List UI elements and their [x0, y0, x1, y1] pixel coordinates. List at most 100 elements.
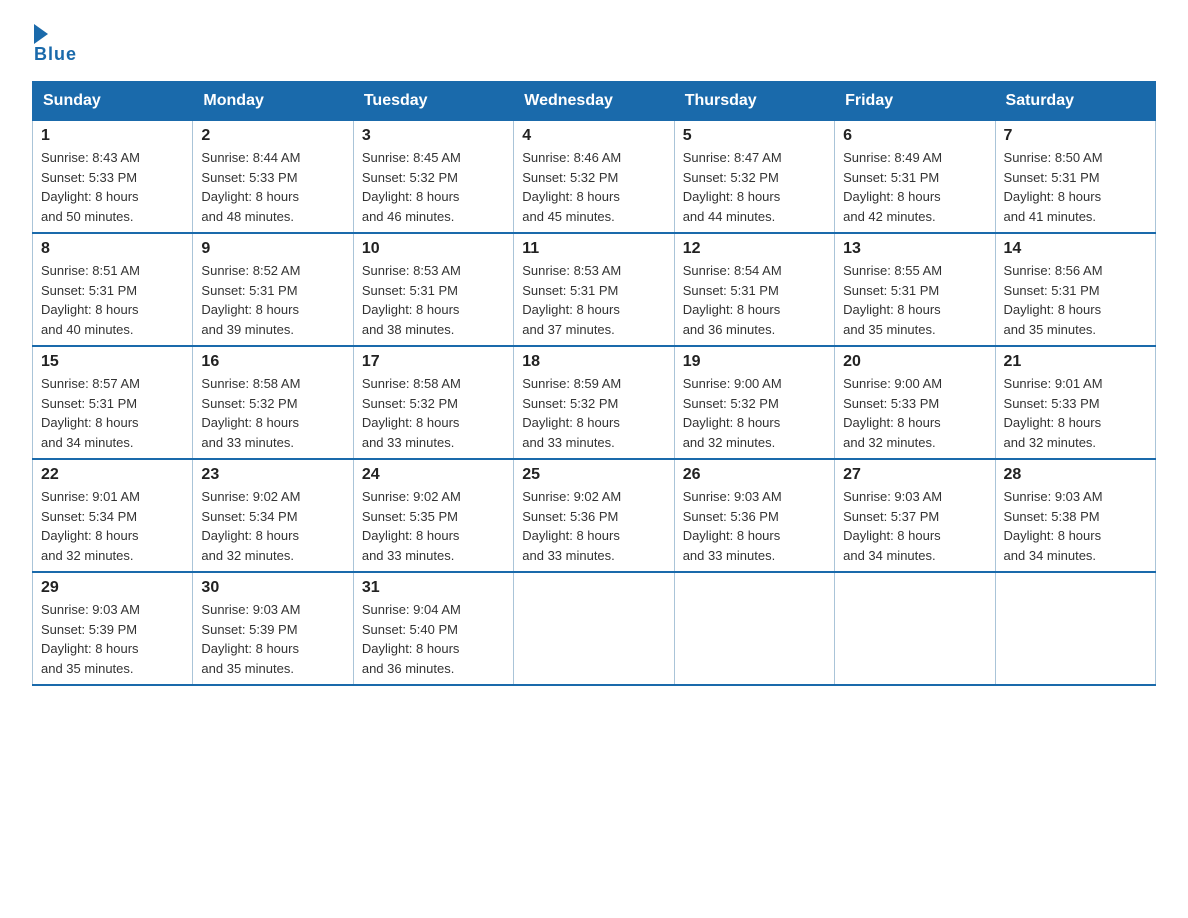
day-info: Sunrise: 8:58 AM Sunset: 5:32 PM Dayligh… — [362, 374, 505, 452]
calendar-cell: 29 Sunrise: 9:03 AM Sunset: 5:39 PM Dayl… — [33, 572, 193, 685]
logo: Blue — [32, 24, 77, 65]
day-of-week-header: Friday — [835, 82, 995, 121]
day-info: Sunrise: 8:44 AM Sunset: 5:33 PM Dayligh… — [201, 148, 344, 226]
day-number: 5 — [683, 127, 826, 145]
day-number: 4 — [522, 127, 665, 145]
day-info: Sunrise: 8:43 AM Sunset: 5:33 PM Dayligh… — [41, 148, 184, 226]
day-info: Sunrise: 9:03 AM Sunset: 5:37 PM Dayligh… — [843, 487, 986, 565]
day-info: Sunrise: 8:54 AM Sunset: 5:31 PM Dayligh… — [683, 261, 826, 339]
day-number: 14 — [1004, 240, 1147, 258]
calendar-cell: 5 Sunrise: 8:47 AM Sunset: 5:32 PM Dayli… — [674, 121, 834, 234]
day-info: Sunrise: 8:46 AM Sunset: 5:32 PM Dayligh… — [522, 148, 665, 226]
day-info: Sunrise: 8:50 AM Sunset: 5:31 PM Dayligh… — [1004, 148, 1147, 226]
week-row: 29 Sunrise: 9:03 AM Sunset: 5:39 PM Dayl… — [33, 572, 1156, 685]
calendar-cell: 25 Sunrise: 9:02 AM Sunset: 5:36 PM Dayl… — [514, 459, 674, 572]
calendar-cell — [674, 572, 834, 685]
day-number: 20 — [843, 353, 986, 371]
calendar-table: SundayMondayTuesdayWednesdayThursdayFrid… — [32, 81, 1156, 686]
page-header: Blue — [32, 24, 1156, 65]
day-info: Sunrise: 9:01 AM Sunset: 5:33 PM Dayligh… — [1004, 374, 1147, 452]
calendar-cell: 31 Sunrise: 9:04 AM Sunset: 5:40 PM Dayl… — [353, 572, 513, 685]
calendar-cell: 6 Sunrise: 8:49 AM Sunset: 5:31 PM Dayli… — [835, 121, 995, 234]
day-info: Sunrise: 9:02 AM Sunset: 5:36 PM Dayligh… — [522, 487, 665, 565]
calendar-cell: 1 Sunrise: 8:43 AM Sunset: 5:33 PM Dayli… — [33, 121, 193, 234]
day-number: 3 — [362, 127, 505, 145]
calendar-cell — [835, 572, 995, 685]
calendar-cell: 10 Sunrise: 8:53 AM Sunset: 5:31 PM Dayl… — [353, 233, 513, 346]
day-of-week-header: Thursday — [674, 82, 834, 121]
day-number: 27 — [843, 466, 986, 484]
calendar-cell: 12 Sunrise: 8:54 AM Sunset: 5:31 PM Dayl… — [674, 233, 834, 346]
calendar-header-row: SundayMondayTuesdayWednesdayThursdayFrid… — [33, 82, 1156, 121]
day-number: 18 — [522, 353, 665, 371]
calendar-cell: 26 Sunrise: 9:03 AM Sunset: 5:36 PM Dayl… — [674, 459, 834, 572]
day-info: Sunrise: 8:58 AM Sunset: 5:32 PM Dayligh… — [201, 374, 344, 452]
day-info: Sunrise: 9:03 AM Sunset: 5:39 PM Dayligh… — [41, 600, 184, 678]
day-number: 9 — [201, 240, 344, 258]
day-number: 8 — [41, 240, 184, 258]
day-info: Sunrise: 9:03 AM Sunset: 5:39 PM Dayligh… — [201, 600, 344, 678]
day-info: Sunrise: 8:45 AM Sunset: 5:32 PM Dayligh… — [362, 148, 505, 226]
day-of-week-header: Sunday — [33, 82, 193, 121]
calendar-cell: 18 Sunrise: 8:59 AM Sunset: 5:32 PM Dayl… — [514, 346, 674, 459]
day-info: Sunrise: 8:51 AM Sunset: 5:31 PM Dayligh… — [41, 261, 184, 339]
logo-arrow-icon — [34, 24, 48, 44]
day-info: Sunrise: 9:03 AM Sunset: 5:36 PM Dayligh… — [683, 487, 826, 565]
day-number: 21 — [1004, 353, 1147, 371]
calendar-cell: 23 Sunrise: 9:02 AM Sunset: 5:34 PM Dayl… — [193, 459, 353, 572]
day-of-week-header: Monday — [193, 82, 353, 121]
day-info: Sunrise: 8:57 AM Sunset: 5:31 PM Dayligh… — [41, 374, 184, 452]
day-number: 22 — [41, 466, 184, 484]
day-info: Sunrise: 8:55 AM Sunset: 5:31 PM Dayligh… — [843, 261, 986, 339]
calendar-cell: 8 Sunrise: 8:51 AM Sunset: 5:31 PM Dayli… — [33, 233, 193, 346]
day-info: Sunrise: 9:02 AM Sunset: 5:34 PM Dayligh… — [201, 487, 344, 565]
calendar-cell: 4 Sunrise: 8:46 AM Sunset: 5:32 PM Dayli… — [514, 121, 674, 234]
calendar-cell: 13 Sunrise: 8:55 AM Sunset: 5:31 PM Dayl… — [835, 233, 995, 346]
week-row: 8 Sunrise: 8:51 AM Sunset: 5:31 PM Dayli… — [33, 233, 1156, 346]
calendar-cell: 16 Sunrise: 8:58 AM Sunset: 5:32 PM Dayl… — [193, 346, 353, 459]
day-number: 28 — [1004, 466, 1147, 484]
calendar-cell: 27 Sunrise: 9:03 AM Sunset: 5:37 PM Dayl… — [835, 459, 995, 572]
calendar-cell — [995, 572, 1155, 685]
day-number: 29 — [41, 579, 184, 597]
day-info: Sunrise: 8:56 AM Sunset: 5:31 PM Dayligh… — [1004, 261, 1147, 339]
calendar-cell: 7 Sunrise: 8:50 AM Sunset: 5:31 PM Dayli… — [995, 121, 1155, 234]
day-of-week-header: Wednesday — [514, 82, 674, 121]
day-number: 16 — [201, 353, 344, 371]
day-info: Sunrise: 9:03 AM Sunset: 5:38 PM Dayligh… — [1004, 487, 1147, 565]
calendar-cell: 28 Sunrise: 9:03 AM Sunset: 5:38 PM Dayl… — [995, 459, 1155, 572]
day-number: 26 — [683, 466, 826, 484]
day-info: Sunrise: 8:53 AM Sunset: 5:31 PM Dayligh… — [522, 261, 665, 339]
day-info: Sunrise: 8:59 AM Sunset: 5:32 PM Dayligh… — [522, 374, 665, 452]
day-number: 23 — [201, 466, 344, 484]
day-number: 30 — [201, 579, 344, 597]
week-row: 22 Sunrise: 9:01 AM Sunset: 5:34 PM Dayl… — [33, 459, 1156, 572]
logo-subtitle: Blue — [34, 44, 77, 65]
calendar-cell: 21 Sunrise: 9:01 AM Sunset: 5:33 PM Dayl… — [995, 346, 1155, 459]
day-number: 12 — [683, 240, 826, 258]
calendar-cell: 3 Sunrise: 8:45 AM Sunset: 5:32 PM Dayli… — [353, 121, 513, 234]
day-info: Sunrise: 8:49 AM Sunset: 5:31 PM Dayligh… — [843, 148, 986, 226]
day-number: 24 — [362, 466, 505, 484]
day-number: 1 — [41, 127, 184, 145]
day-info: Sunrise: 8:52 AM Sunset: 5:31 PM Dayligh… — [201, 261, 344, 339]
calendar-cell: 15 Sunrise: 8:57 AM Sunset: 5:31 PM Dayl… — [33, 346, 193, 459]
calendar-cell: 2 Sunrise: 8:44 AM Sunset: 5:33 PM Dayli… — [193, 121, 353, 234]
day-number: 25 — [522, 466, 665, 484]
calendar-cell: 14 Sunrise: 8:56 AM Sunset: 5:31 PM Dayl… — [995, 233, 1155, 346]
day-number: 17 — [362, 353, 505, 371]
day-number: 10 — [362, 240, 505, 258]
day-info: Sunrise: 8:53 AM Sunset: 5:31 PM Dayligh… — [362, 261, 505, 339]
day-number: 7 — [1004, 127, 1147, 145]
day-number: 15 — [41, 353, 184, 371]
day-number: 13 — [843, 240, 986, 258]
day-number: 11 — [522, 240, 665, 258]
calendar-cell — [514, 572, 674, 685]
day-info: Sunrise: 9:02 AM Sunset: 5:35 PM Dayligh… — [362, 487, 505, 565]
day-info: Sunrise: 8:47 AM Sunset: 5:32 PM Dayligh… — [683, 148, 826, 226]
day-number: 2 — [201, 127, 344, 145]
day-number: 19 — [683, 353, 826, 371]
day-info: Sunrise: 9:04 AM Sunset: 5:40 PM Dayligh… — [362, 600, 505, 678]
day-of-week-header: Saturday — [995, 82, 1155, 121]
calendar-cell: 30 Sunrise: 9:03 AM Sunset: 5:39 PM Dayl… — [193, 572, 353, 685]
